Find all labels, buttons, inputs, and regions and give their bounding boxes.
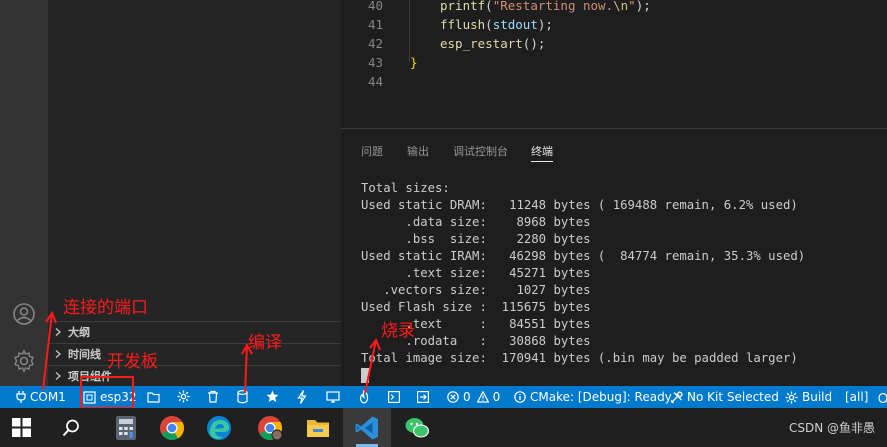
wechat-icon[interactable] xyxy=(404,415,430,441)
chrome-profile-icon[interactable] xyxy=(257,415,283,441)
vscode-icon xyxy=(355,416,378,440)
vscode-taskbar-button[interactable] xyxy=(343,408,391,447)
chrome-icon[interactable] xyxy=(159,415,185,441)
edge-icon[interactable] xyxy=(206,415,232,441)
file-explorer-icon[interactable] xyxy=(305,415,331,441)
calculator-icon[interactable] xyxy=(113,415,139,441)
windows-taskbar: CSDN @鱼非愚 xyxy=(0,408,887,447)
windows-start-icon[interactable] xyxy=(12,418,31,437)
watermark: CSDN @鱼非愚 xyxy=(788,421,875,435)
search-icon[interactable] xyxy=(62,419,80,437)
annotation-arrows xyxy=(42,310,381,394)
